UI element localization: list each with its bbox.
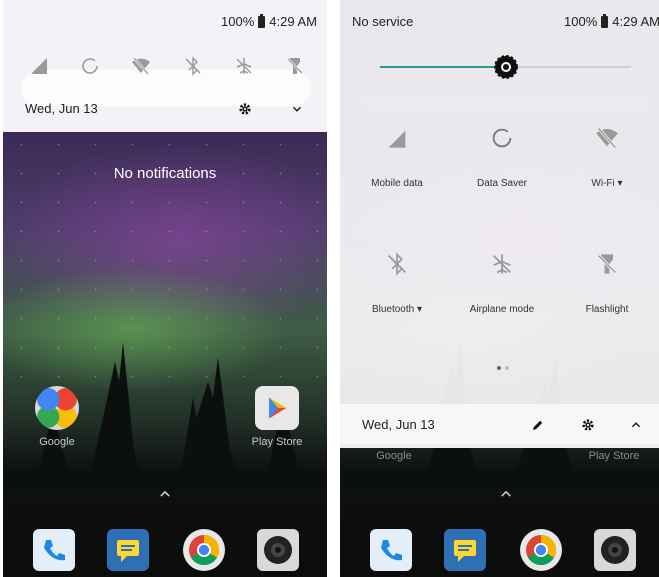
bluetooth-off-icon — [385, 252, 409, 276]
data-saver-icon[interactable] — [78, 54, 102, 78]
app-google[interactable]: Google — [364, 450, 424, 462]
dock — [3, 523, 327, 577]
tile-label-wrap: Wi-Fi ▾ — [562, 178, 652, 189]
page-indicator — [497, 366, 509, 370]
tile-label: Data Saver — [476, 178, 528, 189]
expand-chevron-down-icon[interactable] — [287, 99, 307, 119]
dropdown-caret-icon[interactable]: ▾ — [417, 304, 422, 315]
camera-icon[interactable] — [594, 529, 636, 571]
quick-settings-expanded: No service 100% 4:29 AM Mobile data Data… — [340, 0, 659, 577]
tile-label: Airplane mode — [469, 304, 535, 315]
clock: 4:29 AM — [612, 14, 659, 29]
cell-signal-icon — [385, 126, 409, 150]
battery-percent: 100% — [564, 14, 598, 29]
status-bar: 100% 4:29 AM — [221, 13, 317, 29]
settings-gear-icon[interactable] — [578, 415, 598, 435]
tile-label: Flashlight — [585, 304, 629, 315]
cell-signal-icon[interactable] — [27, 54, 51, 78]
messages-icon[interactable] — [444, 529, 486, 571]
quick-settings-icons — [27, 54, 307, 78]
tile-airplane-mode[interactable]: Airplane mode — [457, 252, 547, 315]
flashlight-off-icon — [595, 252, 619, 276]
no-notifications-text: No notifications — [113, 165, 217, 182]
edit-pencil-icon[interactable] — [528, 415, 548, 435]
search-bar-ghost — [360, 78, 650, 114]
settings-gear-icon[interactable] — [235, 99, 255, 119]
play-store-icon — [255, 386, 299, 430]
tile-flashlight[interactable]: Flashlight — [562, 252, 652, 315]
phone-icon[interactable] — [370, 529, 412, 571]
tile-label: Wi-Fi — [591, 178, 615, 189]
tile-label: Mobile data — [371, 178, 423, 189]
data-saver-icon — [490, 126, 514, 150]
camera-icon[interactable] — [257, 529, 299, 571]
app-label: Play Store — [588, 450, 640, 462]
battery-icon — [258, 13, 266, 28]
battery-icon — [601, 13, 609, 28]
carrier-label: No service — [352, 14, 414, 29]
app-play-store[interactable]: Play Store — [584, 450, 644, 462]
app-label: Google — [376, 450, 412, 462]
date-label: Wed, Jun 13 — [362, 417, 435, 432]
tile-data-saver[interactable]: Data Saver — [457, 126, 547, 189]
collapse-chevron-up-icon[interactable] — [626, 415, 646, 435]
status-bar-right: 100% 4:29 AM — [564, 13, 659, 29]
tile-label-wrap: Bluetooth ▾ — [352, 304, 442, 315]
app-label: Google — [39, 436, 75, 448]
dropdown-caret-icon[interactable]: ▾ — [618, 178, 623, 189]
battery-percent: 100% — [221, 14, 255, 29]
chrome-icon[interactable] — [183, 529, 225, 571]
brightness-slider-fill — [380, 66, 506, 68]
status-bar: No service — [352, 14, 413, 29]
page-dot-active — [497, 366, 501, 370]
dock — [340, 523, 659, 577]
google-folder-icon — [35, 386, 79, 430]
wifi-off-icon — [595, 126, 619, 150]
app-drawer-chevron-up-icon[interactable] — [155, 484, 175, 504]
date-label: Wed, Jun 13 — [25, 101, 98, 116]
messages-icon[interactable] — [107, 529, 149, 571]
tile-mobile-data[interactable]: Mobile data — [352, 126, 442, 189]
notification-shade-collapsed: 100% 4:29 AM Wed, Jun 13 No notification… — [3, 0, 327, 577]
clock: 4:29 AM — [269, 14, 317, 29]
tile-wifi[interactable]: Wi-Fi ▾ — [562, 126, 652, 189]
app-google[interactable]: Google — [27, 386, 87, 448]
airplane-off-icon — [490, 252, 514, 276]
app-play-store[interactable]: Play Store — [247, 386, 307, 448]
tile-bluetooth[interactable]: Bluetooth ▾ — [352, 252, 442, 315]
app-label: Play Store — [251, 436, 303, 448]
bluetooth-off-icon[interactable] — [181, 54, 205, 78]
app-drawer-chevron-up-icon[interactable] — [496, 484, 516, 504]
airplane-off-icon[interactable] — [232, 54, 256, 78]
chrome-icon[interactable] — [520, 529, 562, 571]
tile-label: Bluetooth — [371, 304, 415, 315]
wifi-off-icon[interactable] — [129, 54, 153, 78]
brightness-slider[interactable] — [380, 55, 631, 79]
flashlight-off-icon[interactable] — [283, 54, 307, 78]
page-dot — [505, 366, 509, 370]
phone-icon[interactable] — [33, 529, 75, 571]
brightness-sun-icon[interactable] — [493, 54, 519, 80]
